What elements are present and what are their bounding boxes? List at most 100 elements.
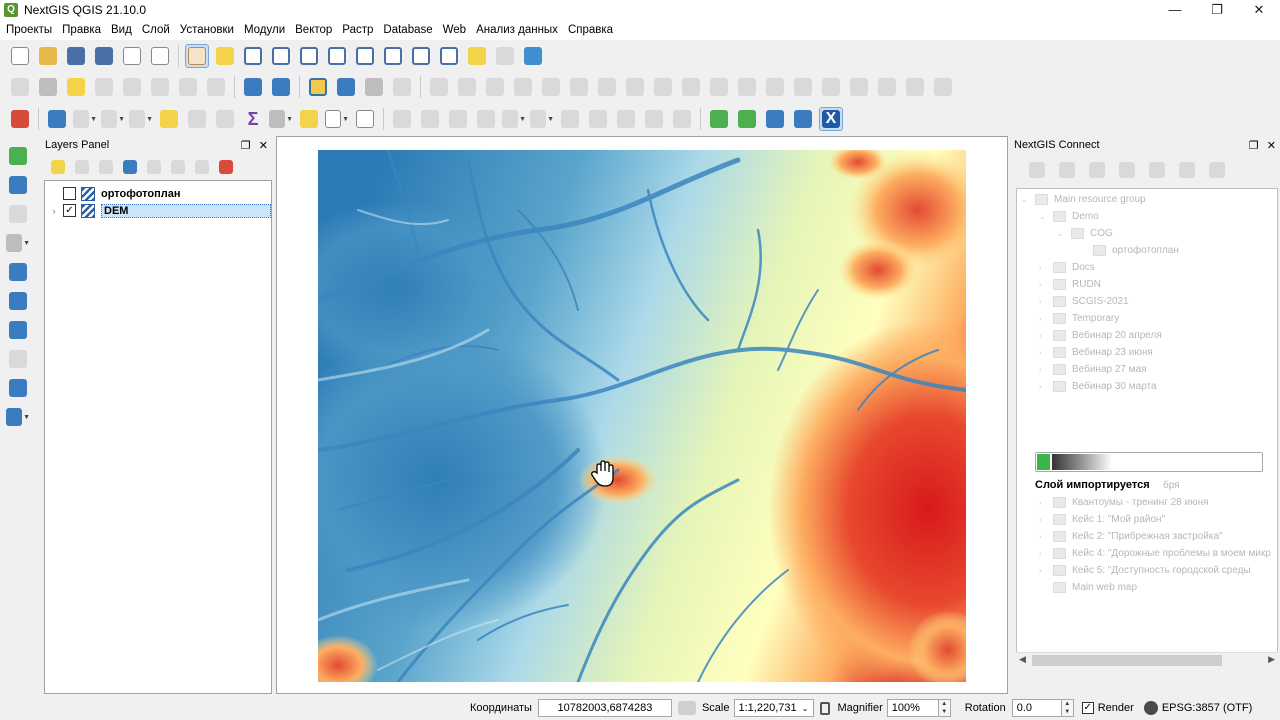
rotation-field[interactable]: 0.0 xyxy=(1011,699,1062,717)
label-toolbar-button[interactable] xyxy=(8,75,32,99)
lock-icon[interactable] xyxy=(819,701,830,715)
select-by-expression-button[interactable]: ▼ xyxy=(129,107,153,131)
add-xyz-button[interactable] xyxy=(6,376,30,400)
zoom-in-button[interactable] xyxy=(241,44,265,68)
move-label-button[interactable] xyxy=(148,75,172,99)
ngc-help-button[interactable] xyxy=(1204,157,1230,183)
nextgis-connect-button[interactable]: X xyxy=(819,107,843,131)
ngc-upload-button[interactable] xyxy=(1024,157,1050,183)
add-wms-button[interactable] xyxy=(6,260,30,284)
menu-help[interactable]: Справка xyxy=(563,24,618,36)
resource-row[interactable]: › RUDN xyxy=(1039,276,1101,293)
scroll-left-icon[interactable]: ◀ xyxy=(1019,654,1026,665)
resource-row[interactable]: › SCGIS-2021 xyxy=(1039,293,1129,310)
menu-vector[interactable]: Вектор xyxy=(290,24,337,36)
digitize-tool-17[interactable] xyxy=(931,75,955,99)
digitize-tool-13[interactable] xyxy=(819,75,843,99)
grid-plugin-button[interactable] xyxy=(390,75,414,99)
digitize-tool-8[interactable] xyxy=(679,75,703,99)
add-wfs-button[interactable] xyxy=(6,289,30,313)
zoom-to-layer-button[interactable] xyxy=(381,44,405,68)
minimize-button[interactable]: — xyxy=(1154,0,1196,20)
add-point-button[interactable] xyxy=(474,107,498,131)
menu-database[interactable]: Database xyxy=(378,24,437,36)
ngc-new-folder-button[interactable] xyxy=(1084,157,1110,183)
redo-button[interactable] xyxy=(511,75,535,99)
save-edits-button[interactable] xyxy=(446,107,470,131)
data-source-manager-button[interactable] xyxy=(6,144,30,168)
open-project-button[interactable] xyxy=(36,44,60,68)
modify-attributes-button[interactable] xyxy=(558,107,582,131)
resource-row[interactable]: › Кейс 2: "Прибрежная застройка" xyxy=(1039,528,1223,545)
digitize-tool-12[interactable] xyxy=(791,75,815,99)
ngc-resource-tree[interactable]: ⌄ Main resource group ⌄ Demo ⌄ COG ортофото… xyxy=(1016,188,1278,668)
crs-label[interactable]: EPSG:3857 (OTF) xyxy=(1162,702,1252,714)
new-bookmark-button[interactable] xyxy=(465,44,489,68)
highlight-label-button[interactable] xyxy=(64,75,88,99)
resource-row-partial[interactable]: бря xyxy=(1163,477,1180,494)
rotate-label-button[interactable] xyxy=(176,75,200,99)
add-raster-layer-button[interactable] xyxy=(735,107,759,131)
resource-row[interactable]: ⌄ Demo xyxy=(1039,208,1099,225)
scroll-right-icon[interactable]: ▶ xyxy=(1268,654,1275,665)
digitize-tool-1[interactable] xyxy=(427,75,451,99)
scrollbar-thumb[interactable] xyxy=(1032,655,1222,666)
statistical-summary-button[interactable]: Σ xyxy=(241,107,265,131)
measure-button[interactable]: ▼ xyxy=(269,107,293,131)
pan-to-selection-button[interactable] xyxy=(213,44,237,68)
digitize-tool-15[interactable] xyxy=(875,75,899,99)
layers-tree[interactable]: ортофотоплан › ✓ DEM xyxy=(44,180,272,694)
add-raster-button[interactable] xyxy=(6,173,30,197)
digitize-tool-2[interactable] xyxy=(455,75,479,99)
digitize-tool-7[interactable] xyxy=(651,75,675,99)
save-project-button[interactable] xyxy=(64,44,88,68)
map-tips-button[interactable] xyxy=(8,107,32,131)
resource-row[interactable]: › Кейс 1: "Мой район" xyxy=(1039,511,1165,528)
pin-label-button[interactable] xyxy=(92,75,116,99)
layer-visibility-checkbox[interactable]: ✓ xyxy=(63,204,76,217)
digitize-tool-4[interactable] xyxy=(567,75,591,99)
nextgis-add-button[interactable] xyxy=(334,75,358,99)
help-whats-this-button[interactable] xyxy=(353,107,377,131)
menu-plugins[interactable]: Модули xyxy=(239,24,290,36)
undock-icon[interactable]: ❐ xyxy=(241,139,251,152)
add-feature-button[interactable]: ▼ xyxy=(502,107,526,131)
refresh-button[interactable] xyxy=(521,44,545,68)
add-group-button[interactable] xyxy=(72,157,92,177)
resource-row[interactable]: › Вебинар 23 июня xyxy=(1039,344,1153,361)
resource-row[interactable]: ⌄ Main resource group xyxy=(1021,191,1146,208)
resource-row[interactable]: › Кейс 4: "Дорожные проблемы в моем микр xyxy=(1039,545,1271,562)
web-map-button[interactable] xyxy=(362,75,386,99)
add-virtual-layer-button[interactable] xyxy=(6,347,30,371)
run-action-button[interactable]: ▼ xyxy=(73,107,97,131)
ngc-open-web-button[interactable] xyxy=(1144,157,1170,183)
layer-visibility-checkbox[interactable] xyxy=(63,187,76,200)
annotation-button[interactable] xyxy=(297,107,321,131)
digitize-tool-5[interactable] xyxy=(595,75,619,99)
save-as-button[interactable] xyxy=(92,44,116,68)
manage-map-themes-button[interactable] xyxy=(96,157,116,177)
maximize-button[interactable]: ❐ xyxy=(1196,0,1238,20)
zoom-last-button[interactable] xyxy=(409,44,433,68)
filter-legend-button[interactable] xyxy=(120,157,140,177)
field-calculator-button[interactable] xyxy=(213,107,237,131)
open-layer-styling-button[interactable] xyxy=(48,157,68,177)
horizontal-scrollbar[interactable]: ◀ ▶ xyxy=(1016,652,1278,668)
web-globe-button[interactable] xyxy=(241,75,265,99)
cut-features-button[interactable] xyxy=(614,107,638,131)
digitize-tool-11[interactable] xyxy=(763,75,787,99)
ngc-settings-button[interactable] xyxy=(1174,157,1200,183)
resource-row[interactable]: › Вебинар 30 марта xyxy=(1039,378,1157,395)
toggle-editing-button[interactable] xyxy=(418,107,442,131)
text-annotation-button[interactable]: ▼ xyxy=(325,107,349,131)
new-print-layout-button[interactable] xyxy=(120,44,144,68)
menu-data-analysis[interactable]: Анализ данных xyxy=(471,24,563,36)
close-panel-icon[interactable]: ✕ xyxy=(1267,139,1276,152)
menu-settings[interactable]: Установки xyxy=(175,24,239,36)
web-settings-button[interactable] xyxy=(269,75,293,99)
resource-row[interactable]: › Вебинар 27 мая xyxy=(1039,361,1147,378)
zoom-next-button[interactable] xyxy=(437,44,461,68)
label-style-button[interactable] xyxy=(36,75,60,99)
render-checkbox[interactable]: ✓ xyxy=(1081,702,1094,714)
close-panel-icon[interactable]: ✕ xyxy=(259,139,268,152)
